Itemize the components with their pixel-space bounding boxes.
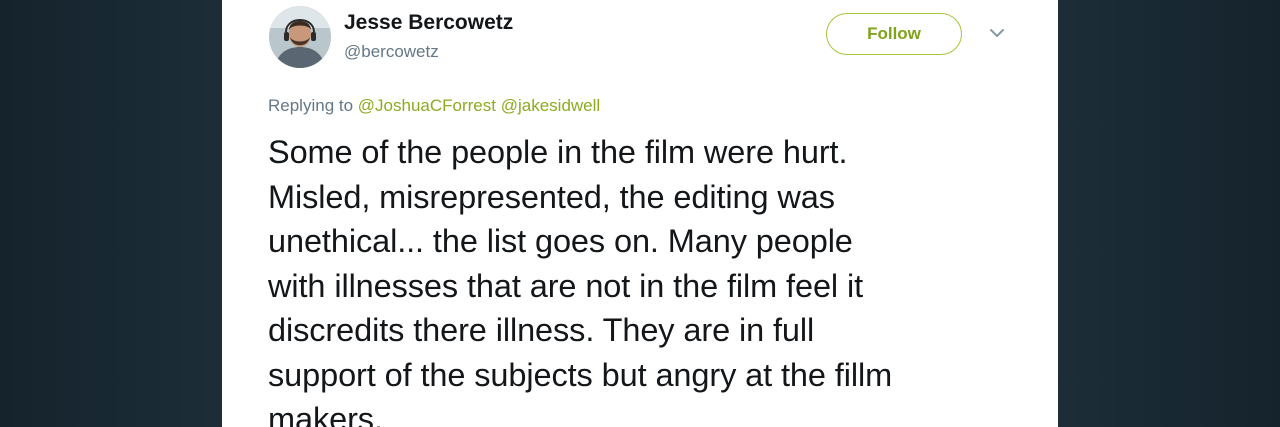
tweet-text-line: support of the subjects but angry at the… bbox=[268, 356, 893, 393]
chevron-down-icon[interactable] bbox=[986, 22, 1008, 44]
mention-link[interactable]: @jakesidwell bbox=[501, 96, 600, 115]
tweet-text-line: discredits there illness. They are in fu… bbox=[268, 312, 815, 348]
tweet-text: Some of the people in the film were hurt… bbox=[268, 130, 1038, 427]
tweet-text-line: with illnesses that are not in the film … bbox=[268, 267, 864, 304]
tweet-text-line: unethical... the list goes on. Many peop… bbox=[268, 223, 853, 259]
mention-link[interactable]: @JoshuaCForrest bbox=[358, 96, 496, 115]
tweet-text-line: Some of the people in the film were hurt… bbox=[268, 134, 848, 170]
author-name[interactable]: Jesse Bercowetz bbox=[344, 11, 513, 35]
tweet-text-line: Misled, misrepresented, the editing was bbox=[268, 178, 835, 215]
follow-button[interactable]: Follow bbox=[826, 13, 962, 55]
replying-to-label: Replying to bbox=[268, 96, 354, 115]
tweet-card: Jesse Bercowetz @bercowetz Follow Replyi… bbox=[222, 0, 1058, 427]
tweet-text-line: makers. bbox=[268, 401, 383, 427]
author-handle[interactable]: @bercowetz bbox=[344, 42, 439, 62]
avatar[interactable] bbox=[269, 6, 331, 68]
replying-to: Replying to @JoshuaCForrest @jakesidwell bbox=[268, 96, 600, 116]
